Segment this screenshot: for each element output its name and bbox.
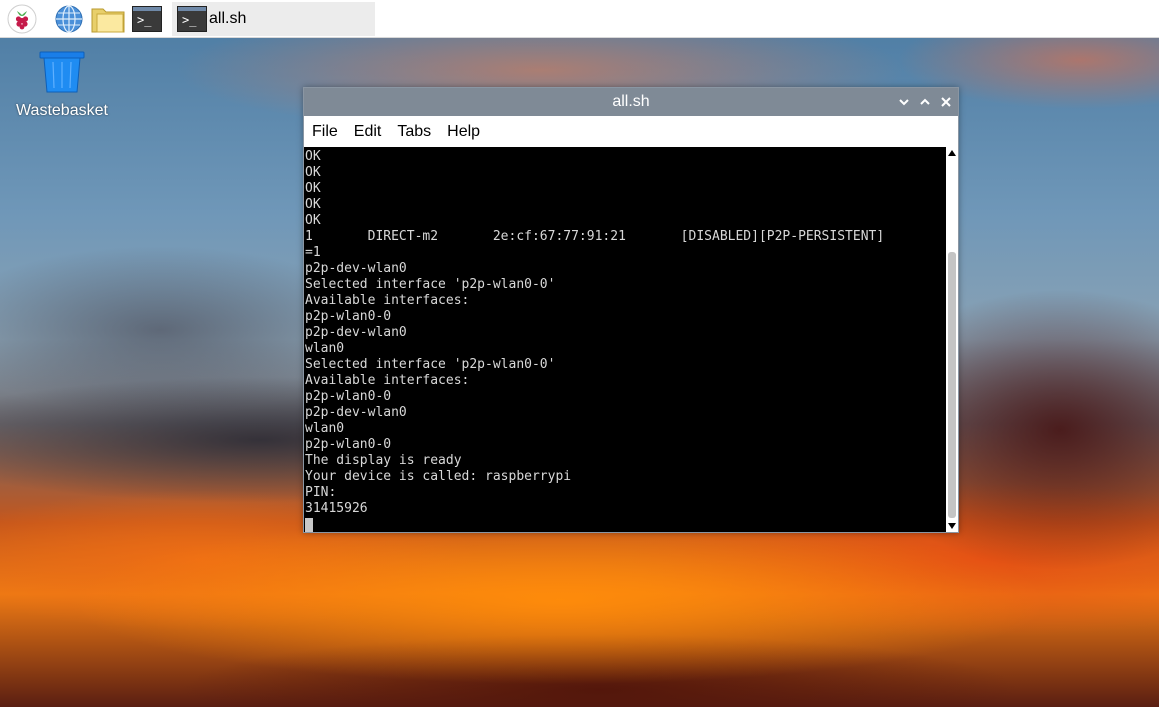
window-title: all.sh (612, 93, 650, 110)
menu-edit[interactable]: Edit (346, 120, 390, 144)
desktop-icon-wastebasket[interactable]: Wastebasket (12, 50, 112, 120)
minimize-button[interactable] (896, 94, 912, 110)
terminal-scrollbar[interactable] (946, 147, 958, 532)
terminal-line: Selected interface 'p2p-wlan0-0' (305, 277, 556, 292)
menu-tabs[interactable]: Tabs (389, 120, 439, 144)
terminal-line: Your device is called: raspberrypi (305, 469, 572, 484)
taskbar: >_ >_ all.sh (0, 0, 1159, 38)
menu-bar: File Edit Tabs Help (304, 116, 958, 147)
triangle-up-icon (948, 150, 956, 156)
scroll-up-button[interactable] (946, 147, 958, 159)
taskbar-task-all-sh[interactable]: >_ all.sh (172, 2, 375, 36)
desktop-icon-label: Wastebasket (16, 102, 108, 119)
close-icon (941, 97, 951, 107)
terminal-icon: >_ (177, 6, 207, 32)
terminal-line: wlan0 (305, 341, 345, 356)
terminal-line: OK (305, 149, 321, 164)
chevron-down-icon (899, 99, 909, 106)
terminal-line: OK (305, 213, 321, 228)
maximize-button[interactable] (917, 94, 933, 110)
terminal-line: The display is ready (305, 453, 462, 468)
terminal-line: 1 DIRECT-m2 2e:cf:67:77:91:21 [DISABLED]… (305, 229, 885, 244)
terminal-window: all.sh File Edit Tabs Help OK OK OK OK OK 1 D… (303, 87, 959, 533)
web-browser-globe-icon[interactable] (52, 4, 86, 34)
terminal-output[interactable]: OK OK OK OK OK 1 DIRECT-m2 2e:cf:67:77:91:21 … (304, 147, 946, 532)
terminal-line: p2p-wlan0-0 (305, 309, 392, 324)
terminal-line: OK (305, 197, 321, 212)
terminal-lines: OK OK OK OK OK 1 DIRECT-m2 2e:cf:67:77:91:21 … (304, 147, 946, 532)
terminal-line: p2p-wlan0-0 (305, 389, 392, 404)
text-cursor (305, 518, 313, 532)
terminal-line: OK (305, 181, 321, 196)
scroll-down-button[interactable] (946, 520, 958, 532)
scroll-thumb[interactable] (948, 252, 956, 518)
menu-help[interactable]: Help (439, 120, 488, 144)
wastebasket-icon (39, 51, 85, 93)
terminal-line: p2p-dev-wlan0 (305, 325, 407, 340)
terminal-line: =1 (305, 245, 321, 260)
terminal-line: Available interfaces: (305, 293, 470, 308)
terminal-prompt-line (305, 517, 946, 532)
terminal-line: p2p-wlan0-0 (305, 437, 392, 452)
terminal-line: wlan0 (305, 421, 345, 436)
menu-file[interactable]: File (304, 120, 346, 144)
terminal-line: Available interfaces: (305, 373, 470, 388)
close-button[interactable] (938, 94, 954, 110)
terminal-line: p2p-dev-wlan0 (305, 405, 407, 420)
terminal-line: OK (305, 165, 321, 180)
task-label: all.sh (209, 10, 247, 27)
raspberry-pi-menu-icon[interactable] (6, 4, 38, 34)
file-manager-folder-icon[interactable] (90, 4, 126, 34)
triangle-down-icon (948, 523, 956, 529)
terminal-line: 31415926 (305, 501, 368, 516)
terminal-line: PIN: (305, 485, 337, 500)
terminal-line: Selected interface 'p2p-wlan0-0' (305, 357, 556, 372)
terminal-launcher-icon[interactable]: >_ (130, 4, 164, 34)
window-titlebar[interactable]: all.sh (304, 88, 958, 116)
terminal-line: p2p-dev-wlan0 (305, 261, 407, 276)
chevron-up-icon (920, 98, 930, 105)
